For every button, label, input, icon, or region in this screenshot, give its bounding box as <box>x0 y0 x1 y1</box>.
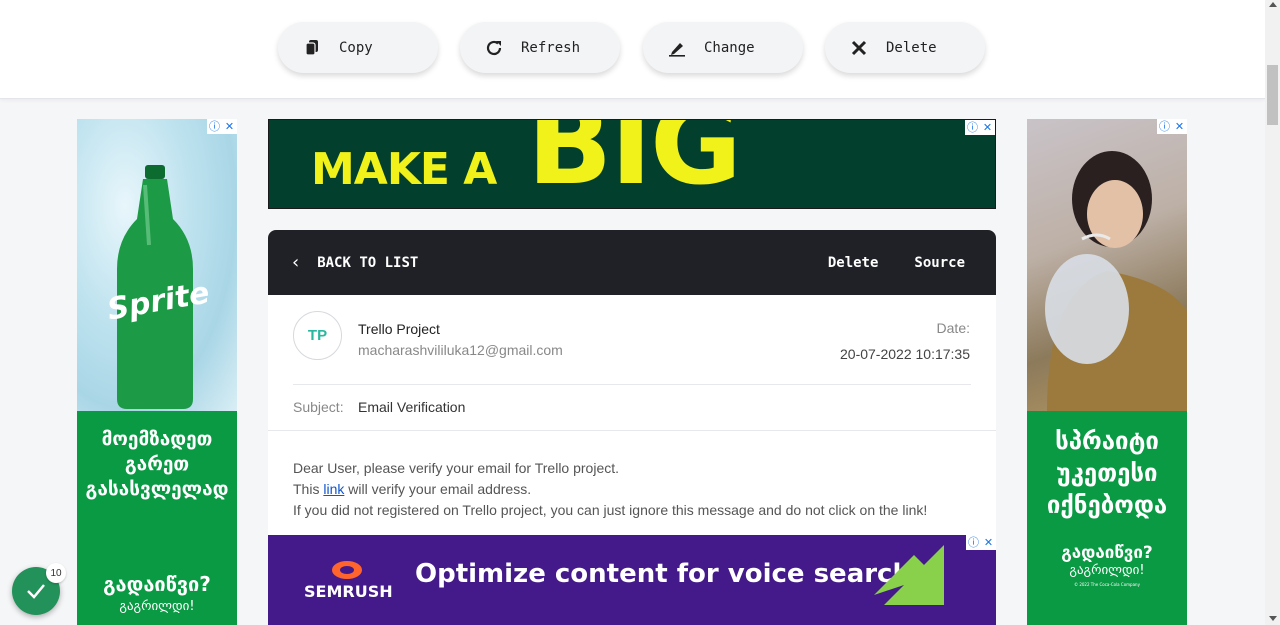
ad-close-icon[interactable]: ✕ <box>981 535 996 550</box>
sender-name: Trello Project <box>358 321 440 337</box>
semrush-logo: SEMRUSH <box>304 561 393 601</box>
refresh-icon <box>484 38 504 58</box>
mail-body: Dear User, please verify your email for … <box>268 431 996 521</box>
ad-close-icon[interactable]: ✕ <box>222 119 237 134</box>
ad-choices[interactable]: ⓘ ✕ <box>1157 119 1187 134</box>
back-label: BACK TO LIST <box>317 254 419 271</box>
notification-fab[interactable]: 10 <box>12 563 66 615</box>
mail-delete-button[interactable]: Delete <box>828 255 879 271</box>
scroll-down-arrow-icon[interactable] <box>1269 616 1277 621</box>
ad-close-icon[interactable]: ✕ <box>980 120 995 135</box>
refresh-label: Refresh <box>521 39 581 56</box>
ad-choices[interactable]: ⓘ ✕ <box>965 120 995 135</box>
bottom-banner-ad[interactable]: SEMRUSH Optimize content for voice searc… <box>268 535 996 625</box>
ad-headline: MAKE A <box>311 144 497 195</box>
semrush-brand: SEMRUSH <box>304 582 393 601</box>
ad-text-panel: სპრაიტი უკეთესი იქნებოდა გადაიწვი? გაგრი… <box>1027 411 1187 625</box>
ad-fine-print: © 2022 The Coca-Cola Company <box>1074 582 1140 587</box>
ad-text-line: მოემზადეთ <box>101 428 213 450</box>
delete-label: Delete <box>886 39 937 56</box>
avatar: TP <box>293 311 342 360</box>
page-scrollbar[interactable] <box>1265 0 1280 625</box>
semrush-flame-icon <box>332 561 362 579</box>
scrollbar-thumb[interactable] <box>1267 65 1278 125</box>
ad-text-line: გაგრილდი! <box>1069 563 1145 578</box>
ad-choices[interactable]: ⓘ ✕ <box>966 535 996 550</box>
ad-photo-ice-bottle: Sprite ⓘ ✕ <box>77 119 237 411</box>
subject-label: Subject: <box>293 399 344 415</box>
scroll-up-arrow-icon[interactable] <box>1269 2 1277 7</box>
top-toolbar: Copy Refresh Change Delete <box>0 0 1265 99</box>
mail-header-bar: ‹ BACK TO LIST Delete Source <box>268 230 996 295</box>
copy-label: Copy <box>339 39 373 56</box>
ad-text-line: უკეთესი <box>1056 459 1158 487</box>
arrow-graphic-icon <box>874 545 944 605</box>
chevron-left-icon: ‹ <box>292 252 300 273</box>
ad-text-line: გადაიწვი? <box>103 572 211 596</box>
ad-text-line: გარეთ <box>124 453 190 475</box>
notification-count-badge: 10 <box>46 563 66 583</box>
change-label: Change <box>704 39 755 56</box>
ad-headline-big: BIG <box>527 119 742 209</box>
ad-close-icon[interactable]: ✕ <box>1172 119 1187 134</box>
ad-info-icon[interactable]: ⓘ <box>207 119 222 134</box>
body-line: If you did not registered on Trello proj… <box>293 502 928 518</box>
top-banner-ad[interactable]: MAKE A BIG ⓘ ✕ <box>268 119 996 209</box>
woman-hugging-ice-image <box>1045 151 1187 411</box>
body-text: This <box>293 481 324 497</box>
ad-text-line: გაგრილდი! <box>119 599 195 614</box>
ad-text-panel: მოემზადეთ გარეთ გასასვლელად გადაიწვი? გა… <box>77 411 237 625</box>
subject-row: Subject: Email Verification <box>268 385 996 431</box>
copy-icon <box>302 38 322 58</box>
ad-text-line: იქნებოდა <box>1046 491 1168 519</box>
refresh-button[interactable]: Refresh <box>460 22 620 73</box>
ad-info-icon[interactable]: ⓘ <box>1157 119 1172 134</box>
date-label: Date: <box>936 320 970 336</box>
back-to-list-button[interactable]: ‹ BACK TO LIST <box>292 252 418 273</box>
ad-choices[interactable]: ⓘ ✕ <box>207 119 237 134</box>
body-line: This link will verify your email address… <box>293 479 971 500</box>
close-icon <box>849 38 869 58</box>
left-sprite-ad[interactable]: Sprite ⓘ ✕ მოემზადეთ გარეთ გასასვლელად გ… <box>77 119 237 625</box>
ad-photo-woman: ⓘ ✕ <box>1027 119 1187 411</box>
sender-email: macharashvililuka12@gmail.com <box>358 342 563 358</box>
ad-headline: Optimize content for voice search <box>415 559 911 589</box>
checkmark-icon <box>27 584 45 599</box>
date-value: 20-07-2022 10:17:35 <box>840 346 970 362</box>
right-sprite-ad[interactable]: ⓘ ✕ სპრაიტი უკეთესი იქნებოდა გადაიწვი? გ… <box>1027 119 1187 625</box>
sender-section: TP Trello Project macharashvililuka12@gm… <box>268 295 996 385</box>
delete-button[interactable]: Delete <box>825 22 985 73</box>
ad-text-line: გასასვლელად <box>85 478 229 500</box>
subject-value: Email Verification <box>358 399 466 415</box>
mail-source-button[interactable]: Source <box>914 255 965 271</box>
body-line: Dear User, please verify your email for … <box>293 460 620 476</box>
body-text: will verify your email address. <box>344 481 532 497</box>
ad-info-icon[interactable]: ⓘ <box>966 535 981 550</box>
pen-icon <box>667 38 687 58</box>
copy-button[interactable]: Copy <box>278 22 438 73</box>
verify-link[interactable]: link <box>323 481 344 497</box>
ad-text-line: სპრაიტი <box>1055 427 1159 455</box>
ad-info-icon[interactable]: ⓘ <box>965 120 980 135</box>
ad-text-line: გადაიწვი? <box>1061 543 1153 563</box>
change-button[interactable]: Change <box>643 22 803 73</box>
